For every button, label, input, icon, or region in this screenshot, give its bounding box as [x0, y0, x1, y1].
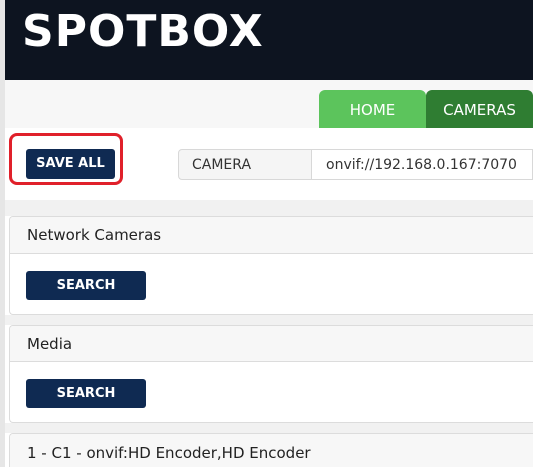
network-cameras-search-button[interactable]: SEARCH [26, 271, 146, 300]
spotbox-logo: SPOTBOX [22, 6, 264, 57]
media-title: Media [10, 326, 533, 362]
save-all-button[interactable]: SAVE ALL [26, 149, 115, 179]
camera-label: CAMERA [178, 149, 312, 180]
tab-cameras[interactable]: CAMERAS [426, 90, 533, 128]
media-search-button[interactable]: SEARCH [26, 379, 146, 408]
app-header: SPOTBOX [5, 0, 533, 80]
tab-home[interactable]: HOME [319, 90, 426, 128]
section-gap [5, 200, 533, 216]
section-gap [5, 423, 533, 433]
spotbox-page: SPOTBOX HOME CAMERAS SAVE ALL CAMERA onv… [0, 0, 533, 467]
stream-card: 1 - C1 - onvif:HD Encoder,HD Encoder [9, 433, 533, 467]
network-cameras-title: Network Cameras [10, 217, 533, 254]
stream-title: 1 - C1 - onvif:HD Encoder,HD Encoder [10, 434, 533, 467]
section-gap [5, 315, 533, 325]
camera-url-input[interactable]: onvif://192.168.0.167:7070 [312, 149, 533, 180]
network-cameras-card: Network Cameras SEARCH [9, 216, 533, 315]
media-card: Media SEARCH [9, 325, 533, 423]
